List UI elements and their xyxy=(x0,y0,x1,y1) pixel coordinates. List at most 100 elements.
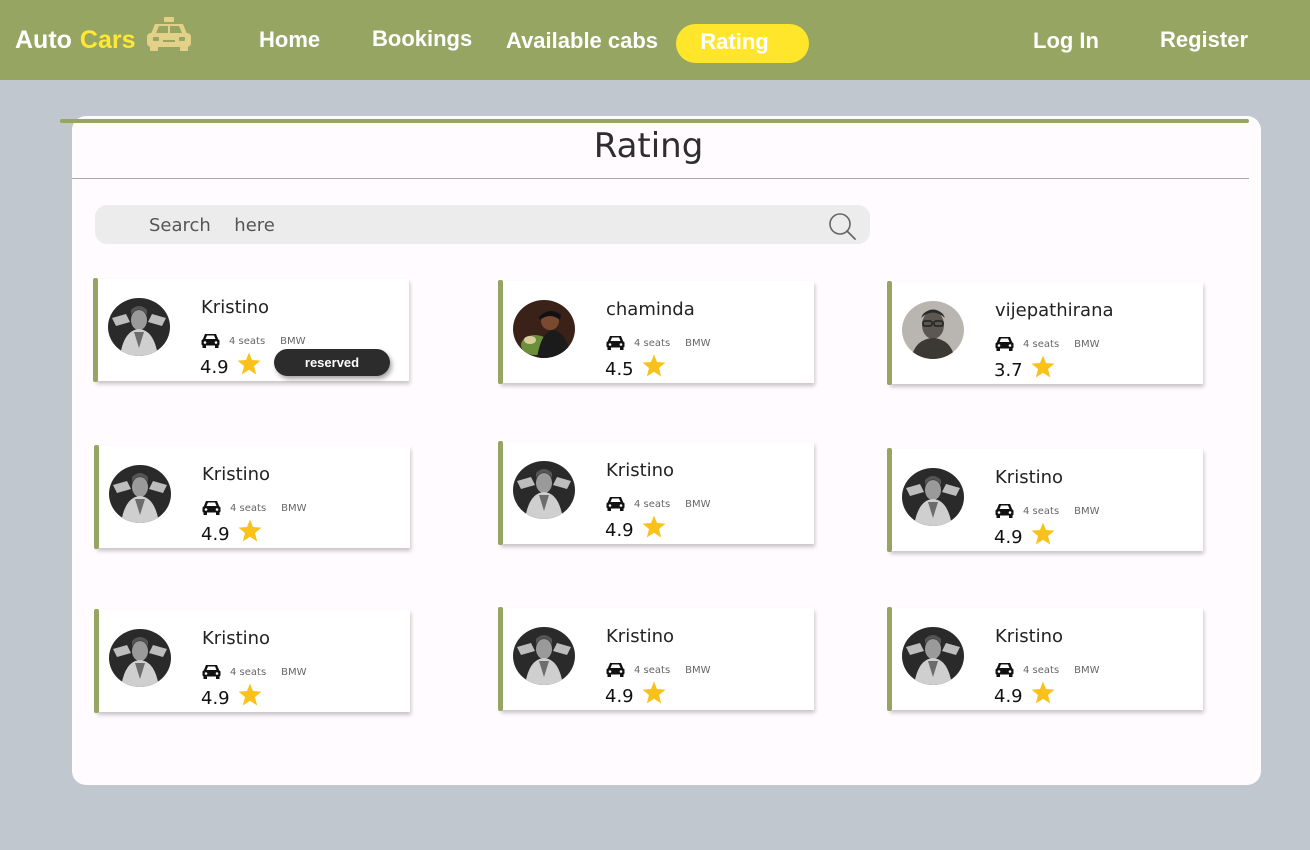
driver-avatar xyxy=(513,461,575,519)
car-make: BMW xyxy=(280,335,306,347)
taxi-icon xyxy=(145,16,193,59)
car-icon xyxy=(995,661,1014,680)
star-icon xyxy=(1031,681,1055,709)
star-icon xyxy=(238,519,262,547)
driver-card[interactable]: Kristino 4 seats BMW 4.9 xyxy=(94,445,410,549)
car-info: 4 seats BMW xyxy=(606,662,711,678)
nav-rating-active[interactable]: Rating xyxy=(676,24,809,63)
car-icon xyxy=(606,334,625,353)
car-make: BMW xyxy=(1074,505,1100,517)
rating-value: 4.9 xyxy=(994,686,1023,707)
page-title: Rating xyxy=(593,126,704,166)
driver-avatar xyxy=(108,298,170,356)
driver-card[interactable]: Kristino 4 seats BMW 4.9 xyxy=(498,607,814,711)
register-link[interactable]: Register xyxy=(1160,27,1248,53)
car-info: 4 seats BMW xyxy=(995,662,1100,678)
panel-accent-line xyxy=(60,119,1249,123)
driver-card[interactable]: Kristino 4 seats BMW 4.9 xyxy=(887,448,1203,552)
nav-bookings[interactable]: Bookings xyxy=(372,26,472,52)
seat-count: 4 seats xyxy=(1023,664,1060,676)
rating-value: 4.9 xyxy=(201,524,230,545)
search-input[interactable] xyxy=(147,205,811,246)
card-accent-bar xyxy=(498,441,503,545)
driver-avatar xyxy=(902,468,964,526)
driver-card[interactable]: Kristino 4 seats BMW 4.9 xyxy=(887,607,1203,711)
driver-card[interactable]: chaminda 4 seats BMW 4.5 xyxy=(498,280,814,384)
driver-name: Kristino xyxy=(201,297,270,318)
driver-card[interactable]: Kristino 4 seats BMW 4.9 xyxy=(498,441,814,545)
nav-home[interactable]: Home xyxy=(259,27,320,53)
rating-value: 4.5 xyxy=(605,359,634,380)
driver-rating: 4.9 xyxy=(605,515,666,543)
car-info: 4 seats BMW xyxy=(202,500,307,516)
login-link[interactable]: Log In xyxy=(1033,28,1099,54)
car-icon xyxy=(202,499,221,518)
driver-rating: 4.9 xyxy=(201,683,262,711)
rating-value: 4.9 xyxy=(994,527,1023,548)
driver-rating: 3.7 xyxy=(994,355,1055,383)
seat-count: 4 seats xyxy=(230,502,267,514)
seat-count: 4 seats xyxy=(634,498,671,510)
rating-value: 4.9 xyxy=(605,520,634,541)
driver-rating: 4.9 xyxy=(605,681,666,709)
driver-rating: 4.9 xyxy=(200,352,261,380)
search-bar xyxy=(95,205,870,246)
car-make: BMW xyxy=(685,337,711,349)
card-accent-bar xyxy=(94,445,99,549)
car-icon xyxy=(202,663,221,682)
card-accent-bar xyxy=(887,448,892,552)
seat-count: 4 seats xyxy=(229,335,266,347)
driver-rating: 4.9 xyxy=(201,519,262,547)
star-icon xyxy=(642,681,666,709)
driver-name: Kristino xyxy=(606,460,675,481)
driver-name: chaminda xyxy=(606,299,695,320)
driver-card[interactable]: Kristino 4 seats BMW 4.9 reserved xyxy=(93,278,409,382)
brand-word-cars: Cars xyxy=(79,26,136,54)
car-make: BMW xyxy=(281,666,307,678)
car-info: 4 seats BMW xyxy=(995,336,1100,352)
seat-count: 4 seats xyxy=(230,666,267,678)
driver-name: Kristino xyxy=(995,626,1064,647)
seat-count: 4 seats xyxy=(634,664,671,676)
card-accent-bar xyxy=(887,281,892,385)
car-info: 4 seats BMW xyxy=(995,503,1100,519)
driver-avatar xyxy=(513,627,575,685)
driver-avatar xyxy=(513,300,575,358)
star-icon xyxy=(642,354,666,382)
car-icon xyxy=(606,495,625,514)
seat-count: 4 seats xyxy=(1023,338,1060,350)
driver-avatar xyxy=(902,301,964,359)
car-info: 4 seats BMW xyxy=(606,496,711,512)
reserved-badge: reserved xyxy=(274,349,390,376)
search-icon[interactable] xyxy=(828,212,856,244)
rating-value: 4.9 xyxy=(605,686,634,707)
seat-count: 4 seats xyxy=(634,337,671,349)
car-icon xyxy=(201,332,220,351)
car-make: BMW xyxy=(1074,338,1100,350)
car-icon xyxy=(995,502,1014,521)
car-info: 4 seats BMW xyxy=(202,664,307,680)
card-accent-bar xyxy=(887,607,892,711)
driver-name: Kristino xyxy=(202,464,271,485)
car-make: BMW xyxy=(685,498,711,510)
driver-card[interactable]: vijepathirana 4 seats BMW 3.7 xyxy=(887,281,1203,385)
star-icon xyxy=(237,352,261,380)
driver-avatar xyxy=(109,465,171,523)
driver-card[interactable]: Kristino 4 seats BMW 4.9 xyxy=(94,609,410,713)
seat-count: 4 seats xyxy=(1023,505,1060,517)
star-icon xyxy=(238,683,262,711)
driver-name: Kristino xyxy=(202,628,271,649)
driver-name: Kristino xyxy=(606,626,675,647)
car-make: BMW xyxy=(685,664,711,676)
card-accent-bar xyxy=(498,607,503,711)
car-icon xyxy=(606,661,625,680)
car-icon xyxy=(995,335,1014,354)
driver-avatar xyxy=(902,627,964,685)
rating-value: 4.9 xyxy=(201,688,230,709)
card-accent-bar xyxy=(94,609,99,713)
rating-value: 4.9 xyxy=(200,357,229,378)
driver-rating: 4.9 xyxy=(994,681,1055,709)
nav-available-cabs[interactable]: Available cabs xyxy=(506,28,658,54)
car-make: BMW xyxy=(1074,664,1100,676)
brand-logo[interactable]: Auto Cars xyxy=(15,17,193,59)
